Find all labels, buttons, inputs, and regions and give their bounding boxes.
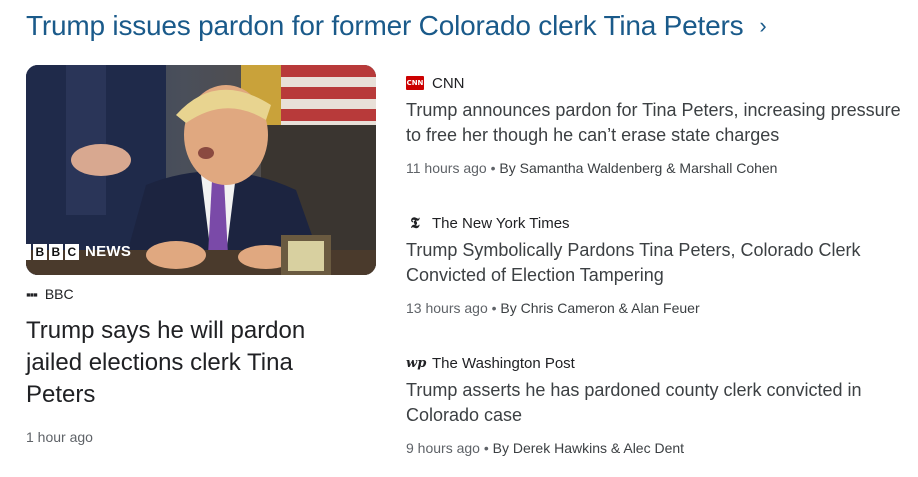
story-item[interactable]: CNN CNN Trump announces pardon for Tina … xyxy=(406,74,906,176)
featured-story[interactable]: B B C NEWS ▪▪▪ BBC Trump says he will pa… xyxy=(26,65,376,445)
story-authors: By Derek Hawkins & Alec Dent xyxy=(492,440,685,456)
story-meta: 13 hours ago • By Chris Cameron & Alan F… xyxy=(406,300,700,316)
story-source-name: CNN xyxy=(432,74,465,92)
story-title-link[interactable]: Trump Symbolically Pardons Tina Peters, … xyxy=(406,238,906,288)
featured-title-link[interactable]: Trump says he will pardon jailed electio… xyxy=(26,315,356,411)
nyt-logo-icon: 𝕿 xyxy=(410,214,420,232)
bbc-news-text: NEWS xyxy=(85,243,132,260)
story-source-name: The Washington Post xyxy=(432,354,575,372)
story-title-link[interactable]: Trump announces pardon for Tina Peters, … xyxy=(406,98,906,148)
story-meta: 9 hours ago • By Derek Hawkins & Alec De… xyxy=(406,440,685,456)
chevron-right-icon: › xyxy=(759,13,767,38)
story-item[interactable]: wp The Washington Post Trump asserts he … xyxy=(406,354,906,457)
more-dots-icon: ▪▪▪ xyxy=(26,286,38,302)
story-source-name: The New York Times xyxy=(432,214,570,232)
story-item[interactable]: 𝕿 The New York Times Trump Symbolically … xyxy=(406,214,906,316)
wp-logo-icon: wp xyxy=(406,355,427,371)
story-source: 𝕿 The New York Times xyxy=(406,214,906,232)
story-time: 13 hours ago xyxy=(406,300,488,316)
bbc-news-watermark: B B C NEWS xyxy=(26,243,131,260)
story-authors: By Chris Cameron & Alan Feuer xyxy=(500,300,700,316)
cluster-title: Trump issues pardon for former Colorado … xyxy=(26,10,744,41)
story-meta: 11 hours ago • By Samantha Waldenberg & … xyxy=(406,160,778,176)
story-time: 9 hours ago xyxy=(406,440,480,456)
featured-source: ▪▪▪ BBC xyxy=(26,285,376,303)
story-title-link[interactable]: Trump asserts he has pardoned county cle… xyxy=(406,378,906,428)
story-time: 11 hours ago xyxy=(406,160,487,176)
cluster-headline-link[interactable]: Trump issues pardon for former Colorado … xyxy=(26,10,767,42)
featured-thumbnail[interactable]: B B C NEWS xyxy=(26,65,376,275)
featured-time: 1 hour ago xyxy=(26,429,93,445)
featured-source-name: BBC xyxy=(44,286,74,302)
story-source: wp The Washington Post xyxy=(406,354,906,372)
story-authors: By Samantha Waldenberg & Marshall Cohen xyxy=(499,160,778,176)
story-source: CNN CNN xyxy=(406,74,906,92)
cnn-logo-icon: CNN xyxy=(406,76,424,90)
bbc-logo-blocks: B B C xyxy=(26,243,79,260)
